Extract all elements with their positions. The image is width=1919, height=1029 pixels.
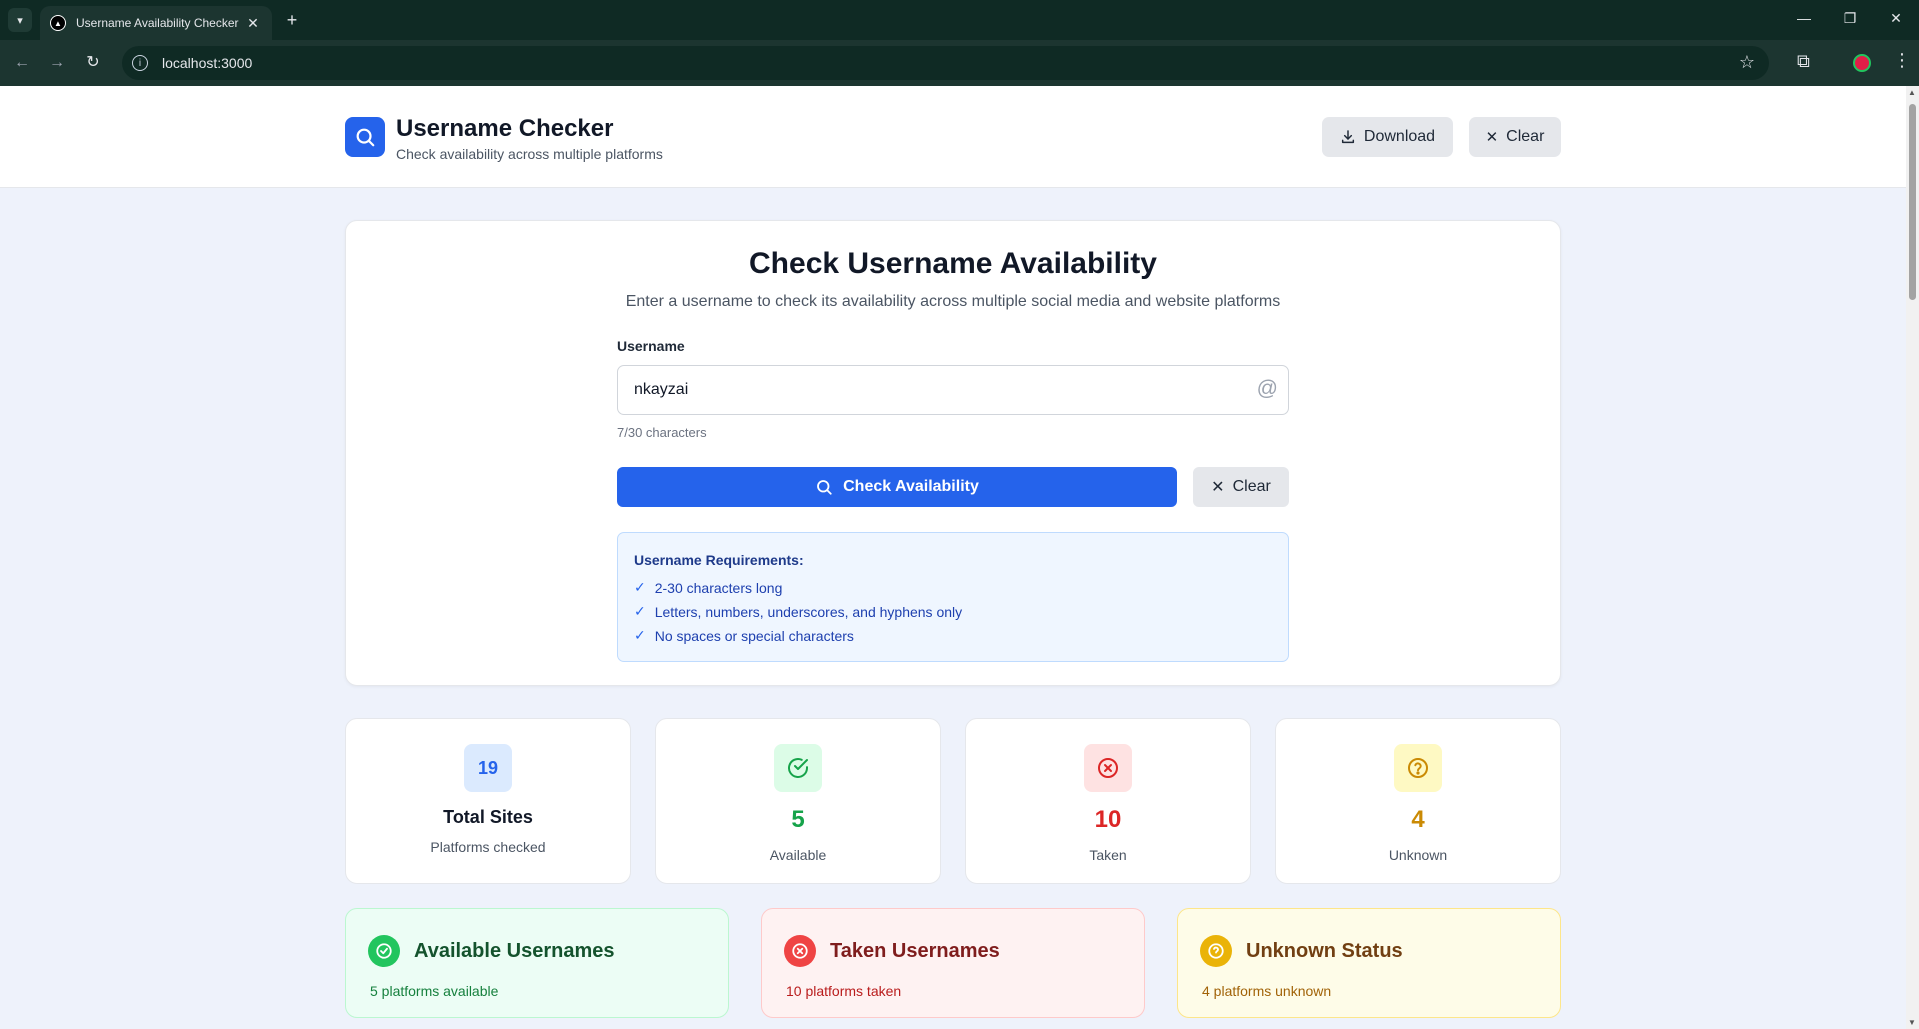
scroll-down-icon[interactable]: ▼ — [1908, 1018, 1916, 1027]
favicon-icon: ▲ — [50, 15, 66, 31]
requirement-item: ✓ No spaces or special characters — [634, 627, 854, 644]
checker-subtitle: Enter a username to check its availabili… — [625, 293, 1281, 310]
available-usernames-card[interactable]: Available Usernames 5 platforms availabl… — [345, 908, 729, 1018]
char-count: 7/30 characters — [617, 425, 707, 440]
taken-label: Taken — [1089, 847, 1127, 863]
window-close-icon[interactable]: ✕ — [1886, 10, 1906, 27]
download-icon — [1341, 130, 1354, 144]
browser-tab[interactable]: ▲ Username Availability Checker ✕ — [40, 6, 272, 40]
profile-avatar[interactable] — [1853, 54, 1871, 72]
username-input[interactable] — [618, 366, 1288, 414]
browser-tab-bar: ▾ ▲ Username Availability Checker ✕ + — … — [0, 0, 1919, 40]
restore-icon[interactable]: ❐ — [1840, 10, 1860, 27]
page-scrollbar[interactable]: ▲ ▼ — [1906, 86, 1919, 1029]
browser-toolbar: ← → ↻ i localhost:3000 ☆ — [0, 40, 1919, 86]
username-label: Username — [617, 338, 685, 354]
check-availability-label: Check Availability — [843, 478, 979, 495]
download-button[interactable]: Download — [1322, 117, 1453, 157]
total-count-badge: 19 — [464, 744, 512, 792]
requirement-item: ✓ 2-30 characters long — [634, 579, 782, 596]
available-count: 5 — [791, 806, 805, 833]
check-circle-icon — [368, 935, 400, 967]
requirement-text: 2-30 characters long — [654, 579, 783, 596]
address-bar[interactable]: i localhost:3000 ☆ — [122, 46, 1769, 80]
header-clear-button[interactable]: ✕ Clear — [1469, 117, 1561, 157]
app-title: Username Checker — [396, 115, 614, 142]
forward-icon[interactable]: → — [46, 52, 68, 74]
x-circle-icon — [784, 935, 816, 967]
requirements-box: Username Requirements: ✓ 2-30 characters… — [617, 532, 1289, 662]
checker-title: Check Username Availability — [749, 247, 1157, 280]
stat-card-unknown: 4 Unknown — [1275, 718, 1561, 884]
tab-title: Username Availability Checker — [76, 16, 239, 30]
unknown-status-subtitle: 4 platforms unknown — [1202, 983, 1332, 999]
close-icon: ✕ — [1211, 479, 1225, 496]
minimize-icon[interactable]: — — [1794, 10, 1814, 26]
app-header: Username Checker Check availability acro… — [0, 86, 1906, 188]
site-info-icon[interactable]: i — [132, 55, 148, 71]
username-input-wrapper: @ — [617, 365, 1289, 415]
unknown-status-card[interactable]: Unknown Status 4 platforms unknown — [1177, 908, 1561, 1018]
at-icon: @ — [1256, 377, 1278, 400]
clear-input-button[interactable]: ✕ Clear — [1193, 467, 1289, 507]
bookmark-star-icon[interactable]: ☆ — [1739, 52, 1755, 73]
total-subtitle: Platforms checked — [430, 839, 546, 855]
new-tab-icon[interactable]: + — [281, 10, 303, 32]
check-icon: ✓ — [634, 627, 646, 643]
check-icon: ✓ — [634, 603, 646, 619]
download-label: Download — [1363, 128, 1436, 145]
taken-usernames-card[interactable]: Taken Usernames 10 platforms taken — [761, 908, 1145, 1018]
total-title: Total Sites — [443, 807, 533, 827]
close-icon: ✕ — [1485, 129, 1499, 146]
requirements-title: Username Requirements: — [634, 552, 804, 568]
stat-card-total: 19 Total Sites Platforms checked — [345, 718, 631, 884]
search-icon — [817, 480, 832, 495]
unknown-label: Unknown — [1388, 847, 1448, 863]
clear-input-label: Clear — [1232, 478, 1271, 495]
check-circle-icon — [774, 744, 822, 792]
stat-card-available: 5 Available — [655, 718, 941, 884]
requirement-item: ✓ Letters, numbers, underscores, and hyp… — [634, 603, 962, 620]
check-availability-button[interactable]: Check Availability — [617, 467, 1177, 507]
x-circle-icon — [1084, 744, 1132, 792]
unknown-count: 4 — [1411, 806, 1425, 833]
clear-label: Clear — [1506, 128, 1545, 145]
total-count: 19 — [477, 757, 499, 778]
scroll-thumb[interactable] — [1909, 104, 1916, 300]
app-subtitle: Check availability across multiple platf… — [396, 146, 663, 162]
tab-close-icon[interactable]: ✕ — [244, 15, 262, 32]
taken-usernames-subtitle: 10 platforms taken — [786, 983, 902, 999]
question-circle-icon — [1200, 935, 1232, 967]
reload-icon[interactable]: ↻ — [82, 52, 104, 74]
available-usernames-title: Available Usernames — [414, 940, 615, 962]
back-icon[interactable]: ← — [11, 52, 33, 74]
url-text: localhost:3000 — [162, 55, 253, 71]
check-icon: ✓ — [634, 579, 646, 595]
logo-search-icon — [345, 117, 385, 157]
question-circle-icon — [1394, 744, 1442, 792]
checker-card: Check Username Availability Enter a user… — [345, 220, 1561, 686]
scroll-up-icon[interactable]: ▲ — [1908, 88, 1916, 97]
taken-usernames-title: Taken Usernames — [830, 940, 1000, 962]
requirement-text: No spaces or special characters — [654, 627, 854, 644]
browser-menu-icon[interactable]: ⋮ — [1893, 50, 1911, 71]
tab-search-icon[interactable]: ▾ — [8, 8, 32, 32]
taken-count: 10 — [1094, 806, 1122, 833]
requirement-text: Letters, numbers, underscores, and hyphe… — [654, 603, 963, 620]
available-usernames-subtitle: 5 platforms available — [370, 983, 499, 999]
available-label: Available — [769, 847, 827, 863]
stat-card-taken: 10 Taken — [965, 718, 1251, 884]
unknown-status-title: Unknown Status — [1246, 940, 1403, 962]
extensions-icon[interactable]: ⧉ — [1797, 51, 1810, 72]
